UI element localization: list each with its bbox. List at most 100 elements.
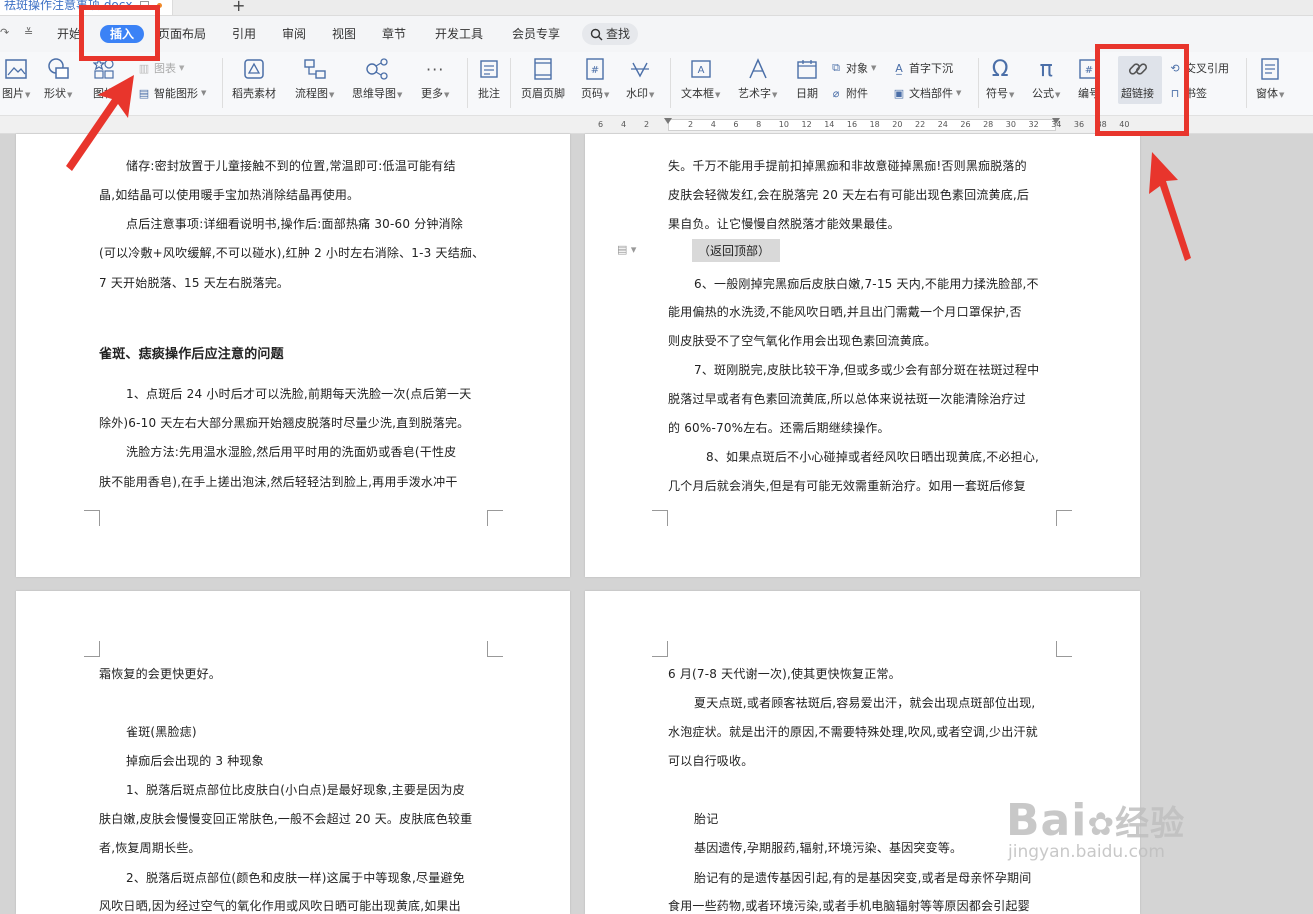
ruler-tick-label: 6: [733, 120, 739, 129]
page-bottom-left[interactable]: [16, 591, 570, 914]
shape-button[interactable]: 形状▼: [44, 52, 72, 101]
chevron-down-icon: ▼: [25, 91, 31, 99]
ruler-tick-label: 36: [1073, 120, 1085, 129]
picture-label: 图片: [2, 87, 24, 100]
ruler-tick-label: 8: [756, 120, 762, 129]
header-footer-icon: [530, 56, 556, 82]
menu-member[interactable]: 会员专享: [512, 26, 560, 42]
date-button[interactable]: 日期: [794, 52, 820, 101]
menu-developer[interactable]: 开发工具: [435, 26, 483, 42]
attachment-button[interactable]: ⌀ 附件: [829, 85, 868, 101]
crop-mark: [652, 641, 668, 657]
body-text-line: 脱落过早或者有色素回流黄底,所以总体来说祛斑一次能清除治疗过: [668, 392, 1026, 406]
body-text-line: 储存:密封放置于儿童接触不到的位置,常温即可:低温可能有结: [126, 159, 456, 173]
watermark-icon: [627, 56, 653, 82]
textbox-icon: A: [688, 56, 714, 82]
page-number-label: 页码: [581, 87, 603, 100]
divider: [467, 58, 468, 108]
ruler-track: [668, 119, 1056, 131]
smart-shape-label: 智能图形: [154, 87, 198, 100]
body-text-line: 肤白嫩,皮肤会慢慢变回正常肤色,一般不会超过 20 天。皮肤底色较重: [99, 812, 473, 826]
body-text-line: 夏天点斑,或者顾客祛斑后,容易爱出汗，就会出现点斑部位出现,: [694, 696, 1036, 710]
menu-references[interactable]: 引用: [232, 26, 256, 42]
flowchart-button[interactable]: 流程图▼: [295, 52, 334, 101]
textbox-button[interactable]: A 文本框▼: [681, 52, 720, 101]
body-text-line: 几个月后就会消失,但是有可能无效需重新治疗。如用一套斑后修复: [668, 479, 1026, 493]
divider: [978, 58, 979, 108]
material-button[interactable]: 稻壳素材: [232, 52, 276, 101]
back-to-top-link[interactable]: （返回顶部）: [692, 239, 781, 262]
ruler-tick-label: 2: [688, 120, 694, 129]
doc-parts-button[interactable]: ▣ 文档部件 ▼: [892, 85, 962, 101]
mindmap-label: 思维导图: [352, 87, 396, 100]
body-text-line: 水泡症状。就是出汗的原因,不需要特殊处理,吹风,或者空调,少出汗就: [668, 725, 1038, 739]
dropcap-icon: A̲: [895, 61, 903, 75]
shape-label: 形状: [44, 87, 66, 100]
annotation-box-hyperlink: [1095, 44, 1189, 136]
chart-button[interactable]: ▥ 图表 ▼: [137, 60, 185, 76]
search-icon: [590, 28, 603, 40]
window-form-button[interactable]: 窗体▼: [1256, 52, 1284, 101]
picture-icon: [3, 56, 29, 82]
smart-shape-button[interactable]: ▤ 智能图形 ▼: [137, 85, 207, 101]
paragraph-options-icon[interactable]: ▤ ▾: [617, 243, 636, 256]
watermark-button[interactable]: 水印▼: [626, 52, 654, 101]
crop-mark: [84, 641, 100, 657]
new-tab-button[interactable]: +: [232, 0, 245, 15]
body-text-line: 果自负。让它慢慢自然脱落才能效果最佳。: [668, 217, 900, 231]
wordart-button[interactable]: 艺术字▼: [738, 52, 777, 101]
body-text-line: (可以冷敷+风吹缓解,不可以碰水),红肿 2 小时左右消除、1-3 天结痂、: [99, 246, 485, 260]
formula-button[interactable]: π 公式▼: [1032, 52, 1060, 101]
ruler-tick-label: 26: [960, 120, 971, 129]
search-button[interactable]: 查找: [582, 23, 639, 45]
ruler-tick-label: 18: [869, 120, 880, 129]
workspace-background: [1140, 134, 1313, 914]
left-indent-marker[interactable]: [664, 118, 672, 124]
symbol-button[interactable]: Ω 符号▼: [986, 52, 1014, 101]
svg-text:A: A: [697, 65, 704, 76]
divider: [510, 58, 511, 108]
menu-review[interactable]: 审阅: [282, 26, 306, 42]
body-text-line: 2、脱落后斑点部位(颜色和皮肤一样)这属于中等现象,尽量避免: [126, 871, 465, 885]
body-text-line: 6 月(7-8 天代谢一次),使其更快恢复正常。: [668, 667, 901, 681]
picture-button[interactable]: 图片▼: [2, 52, 30, 101]
redo-icon[interactable]: ↷: [0, 26, 9, 39]
page-number-button[interactable]: # 页码▼: [581, 52, 609, 101]
more-button[interactable]: ··· 更多▼: [421, 52, 449, 101]
body-text-line: 雀斑(黑脸痣): [126, 725, 197, 739]
attachment-label: 附件: [846, 87, 868, 100]
body-text-line: 胎记: [694, 812, 719, 826]
pi-icon: π: [1039, 56, 1053, 82]
menu-page-layout[interactable]: 页面布局: [158, 26, 206, 42]
doc-parts-icon: ▣: [893, 86, 905, 100]
body-text-line: 掉痂后会出现的 3 种现象: [126, 754, 264, 768]
ruler-tick-label: 32: [1028, 120, 1039, 129]
calendar-icon: [794, 56, 820, 82]
dropcap-label: 首字下沉: [909, 62, 953, 75]
wordart-icon: [745, 56, 771, 82]
dropdown-chevron-icon[interactable]: ≚: [24, 26, 33, 39]
dropcap-button[interactable]: A̲ 首字下沉: [892, 60, 953, 76]
chevron-down-icon: ▼: [67, 91, 73, 99]
menu-view[interactable]: 视图: [332, 26, 356, 42]
cross-reference-label: 交叉引用: [1185, 62, 1229, 75]
object-button[interactable]: ⧉ 对象 ▼: [829, 60, 876, 76]
ruler-tick-label: 4: [621, 120, 627, 129]
ruler-tick-label: 20: [892, 120, 903, 129]
right-indent-marker[interactable]: [1052, 118, 1060, 124]
crop-mark: [1056, 641, 1072, 657]
mindmap-button[interactable]: 思维导图▼: [352, 52, 402, 101]
section-heading: 雀斑、痣痰操作后应注意的问题: [99, 347, 284, 362]
body-text-line: 皮肤会轻微发红,会在脱落完 20 天左右有可能出现色素回流黄底,后: [668, 188, 1030, 202]
comment-button[interactable]: 批注: [476, 52, 502, 101]
svg-text:#: #: [591, 65, 599, 76]
form-icon: [1257, 56, 1283, 82]
comment-label: 批注: [478, 87, 500, 100]
material-icon: [241, 56, 267, 82]
body-text-line: 食用一些药物,或者环境污染,或者手机电脑辐射等等原因都会引起婴: [668, 899, 1030, 913]
body-text-line: 霜恢复的会更快更好。: [99, 667, 222, 681]
menu-home[interactable]: 开始: [57, 26, 81, 42]
header-footer-button[interactable]: 页眉页脚: [521, 52, 565, 101]
divider: [1246, 58, 1247, 108]
menu-section[interactable]: 章节: [382, 26, 406, 42]
